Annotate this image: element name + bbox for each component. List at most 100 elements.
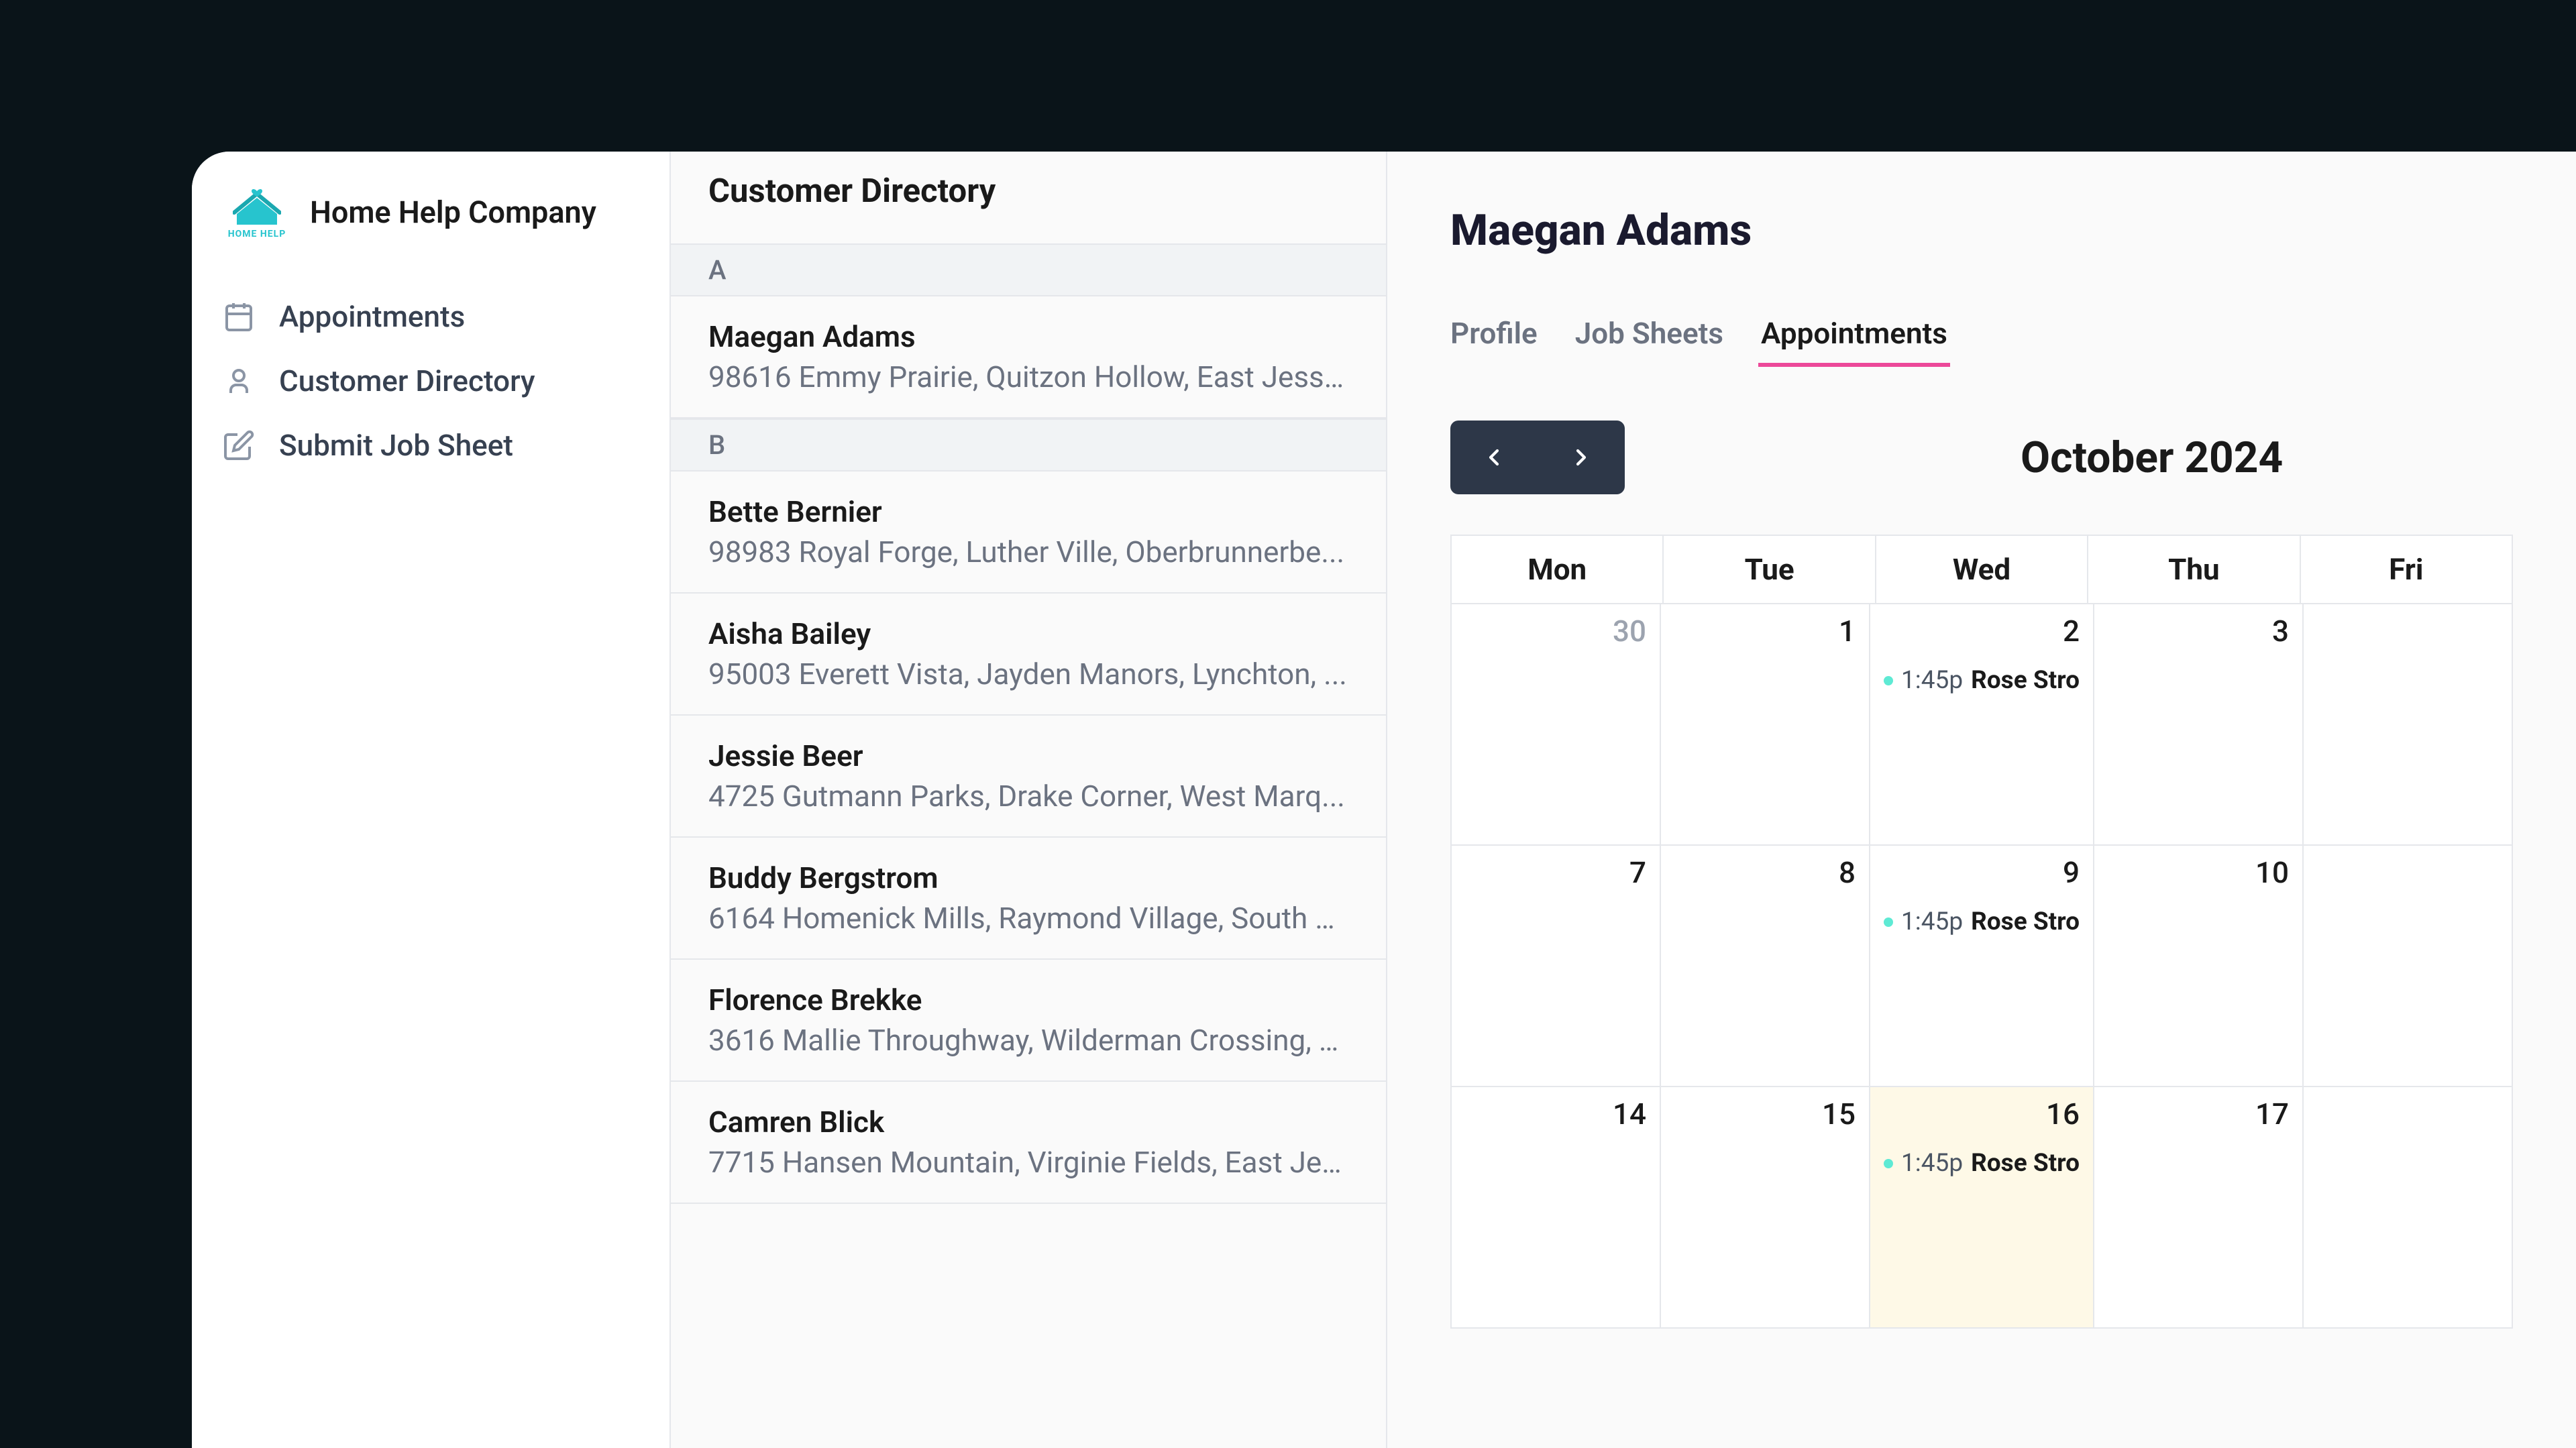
calendar-row: 7 8 9 1:45p Rose Stro 10 — [1452, 844, 2512, 1086]
customer-item[interactable]: Buddy Bergstrom 6164 Homenick Mills, Ray… — [671, 838, 1386, 960]
day-number: 8 — [1674, 855, 1856, 890]
nav-label: Appointments — [279, 299, 465, 334]
customer-address: 3616 Mallie Throughway, Wilderman Crossi… — [708, 1023, 1348, 1058]
calendar-cell[interactable]: 2 1:45p Rose Stro — [1870, 604, 2094, 844]
letter-divider-b: B — [671, 419, 1386, 471]
day-number: 1 — [1674, 614, 1856, 649]
calendar-cell-today[interactable]: 16 1:45p Rose Stro — [1870, 1087, 2094, 1327]
customer-address: 7715 Hansen Mountain, Virginie Fields, E… — [708, 1145, 1348, 1180]
home-heart-icon — [233, 184, 281, 227]
tab-profile[interactable]: Profile — [1450, 316, 1538, 367]
customer-address: 98983 Royal Forge, Luther Ville, Oberbru… — [708, 535, 1348, 569]
nav-label: Customer Directory — [279, 364, 535, 398]
nav-item-submit-job-sheet[interactable]: Submit Job Sheet — [192, 413, 669, 478]
customer-title: Maegan Adams — [1450, 205, 2513, 256]
prev-month-button[interactable] — [1450, 421, 1538, 494]
day-number: 14 — [1465, 1097, 1646, 1131]
calendar-cell[interactable]: 3 — [2094, 604, 2304, 844]
calendar-row: 14 15 16 1:45p Rose Stro 17 — [1452, 1086, 2512, 1327]
day-header: Thu — [2088, 536, 2300, 603]
customer-name: Bette Bernier — [708, 494, 1348, 529]
day-number: 30 — [1465, 614, 1646, 649]
calendar-cell[interactable]: 9 1:45p Rose Stro — [1870, 846, 2094, 1086]
customer-item[interactable]: Aisha Bailey 95003 Everett Vista, Jayden… — [671, 594, 1386, 716]
calendar-cell[interactable]: 8 — [1661, 846, 1870, 1086]
calendar-cell[interactable]: 30 — [1452, 604, 1661, 844]
calendar-cell[interactable]: 15 — [1661, 1087, 1870, 1327]
customer-name: Maegan Adams — [708, 319, 1348, 354]
logo-section: HOME HELP Home Help Company — [192, 180, 669, 244]
next-month-button[interactable] — [1538, 421, 1625, 494]
event-time: 1:45p — [1901, 666, 1963, 695]
day-number: 3 — [2108, 614, 2289, 649]
day-number: 7 — [1465, 855, 1646, 890]
customer-item[interactable]: Florence Brekke 3616 Mallie Throughway, … — [671, 960, 1386, 1082]
letter-divider-a: A — [671, 243, 1386, 296]
customer-name: Buddy Bergstrom — [708, 860, 1348, 895]
content-panel: Maegan Adams Profile Job Sheets Appointm… — [1387, 152, 2576, 1448]
day-header: Fri — [2301, 536, 2512, 603]
event-name: Rose Stro — [1971, 666, 2080, 695]
customer-name: Florence Brekke — [708, 983, 1348, 1017]
sidebar: HOME HELP Home Help Company Appointments — [192, 152, 669, 1448]
calendar-header-row: Mon Tue Wed Thu Fri — [1452, 536, 2512, 603]
event-time: 1:45p — [1901, 907, 1963, 936]
customer-name: Camren Blick — [708, 1105, 1348, 1139]
customer-item[interactable]: Bette Bernier 98983 Royal Forge, Luther … — [671, 471, 1386, 594]
calendar-cell[interactable] — [2304, 1087, 2512, 1327]
calendar-grid: Mon Tue Wed Thu Fri 30 1 2 1:45p Rose St… — [1450, 535, 2513, 1329]
customer-item[interactable]: Maegan Adams 98616 Emmy Prairie, Quitzon… — [671, 296, 1386, 419]
chevron-left-icon — [1481, 444, 1507, 471]
user-icon — [223, 365, 255, 397]
directory-title: Customer Directory — [708, 172, 1348, 210]
customer-address: 98616 Emmy Prairie, Quitzon Hollow, East… — [708, 359, 1348, 394]
calendar-controls: October 2024 — [1450, 421, 2513, 494]
day-number: 15 — [1674, 1097, 1856, 1131]
nav-item-appointments[interactable]: Appointments — [192, 284, 669, 349]
day-number: 16 — [1884, 1097, 2080, 1131]
calendar-event[interactable]: 1:45p Rose Stro — [1884, 666, 2080, 695]
calendar-row: 30 1 2 1:45p Rose Stro 3 — [1452, 603, 2512, 844]
event-name: Rose Stro — [1971, 1149, 2080, 1178]
day-number: 9 — [1884, 855, 2080, 890]
calendar-cell[interactable]: 17 — [2094, 1087, 2304, 1327]
event-dot-icon — [1884, 1159, 1893, 1168]
nav-label: Submit Job Sheet — [279, 428, 513, 463]
tab-appointments[interactable]: Appointments — [1761, 316, 1947, 367]
calendar-cell[interactable]: 7 — [1452, 846, 1661, 1086]
tabs: Profile Job Sheets Appointments — [1450, 316, 2513, 367]
customer-item[interactable]: Jessie Beer 4725 Gutmann Parks, Drake Co… — [671, 716, 1386, 838]
customer-address: 4725 Gutmann Parks, Drake Corner, West M… — [708, 779, 1348, 814]
calendar-cell[interactable] — [2304, 846, 2512, 1086]
event-time: 1:45p — [1901, 1149, 1963, 1178]
calendar-cell[interactable]: 1 — [1661, 604, 1870, 844]
tab-job-sheets[interactable]: Job Sheets — [1575, 316, 1723, 367]
nav-item-customer-directory[interactable]: Customer Directory — [192, 349, 669, 413]
day-number: 2 — [1884, 614, 2080, 649]
day-header: Wed — [1876, 536, 2088, 603]
day-header: Mon — [1452, 536, 1664, 603]
day-header: Tue — [1664, 536, 1876, 603]
app-viewport: HOME HELP Home Help Company Appointments — [192, 152, 2576, 1448]
customer-directory-panel: Customer Directory A Maegan Adams 98616 … — [669, 152, 1387, 1448]
logo-text: HOME HELP — [228, 229, 286, 239]
month-title: October 2024 — [2021, 433, 2283, 483]
customer-name: Jessie Beer — [708, 738, 1348, 773]
calendar-icon — [223, 300, 255, 333]
day-number: 17 — [2108, 1097, 2289, 1131]
calendar-event[interactable]: 1:45p Rose Stro — [1884, 907, 2080, 936]
event-dot-icon — [1884, 676, 1893, 685]
calendar-cell[interactable] — [2304, 604, 2512, 844]
customer-address: 95003 Everett Vista, Jayden Manors, Lync… — [708, 657, 1348, 691]
calendar-cell[interactable]: 10 — [2094, 846, 2304, 1086]
month-nav-buttons — [1450, 421, 1625, 494]
edit-icon — [223, 429, 255, 461]
calendar-cell[interactable]: 14 — [1452, 1087, 1661, 1327]
customer-name: Aisha Bailey — [708, 616, 1348, 651]
company-logo: HOME HELP — [223, 180, 291, 244]
customer-address: 6164 Homenick Mills, Raymond Village, So… — [708, 901, 1348, 936]
customer-item[interactable]: Camren Blick 7715 Hansen Mountain, Virgi… — [671, 1082, 1386, 1204]
calendar-event[interactable]: 1:45p Rose Stro — [1884, 1149, 2080, 1178]
chevron-right-icon — [1568, 444, 1595, 471]
company-name: Home Help Company — [310, 194, 596, 230]
